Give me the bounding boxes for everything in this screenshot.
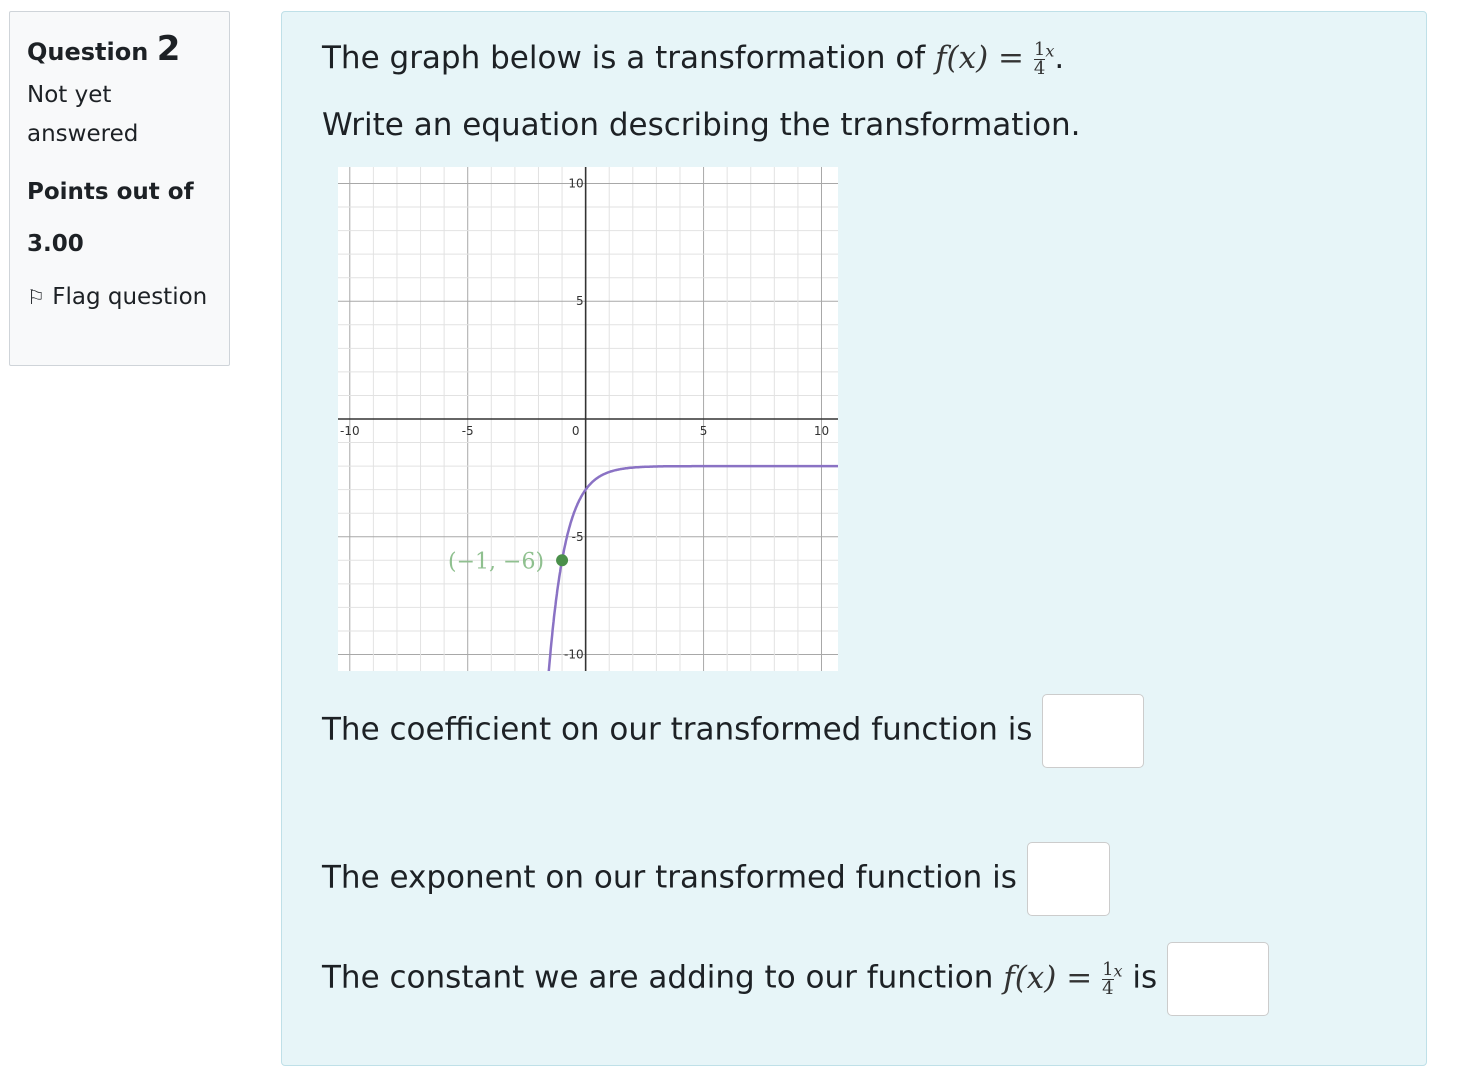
constant-input[interactable] — [1167, 942, 1270, 1016]
coefficient-row: The coefficient on our transformed funct… — [322, 694, 1145, 768]
y-tick-label: -10 — [564, 648, 584, 662]
question-instruction: Write an equation describing the transfo… — [322, 107, 1081, 143]
point-label: (−1, −6) — [448, 549, 544, 574]
flag-question-link[interactable]: ⚐ Flag question — [27, 278, 212, 317]
x-tick-label: -10 — [340, 424, 360, 438]
point-marker — [556, 554, 569, 567]
graph: -10 -5 0 5 10 10 5 -5 -10 (−1, −6) — [338, 167, 838, 671]
x-tick-label: -5 — [462, 424, 474, 438]
y-tick-label: -5 — [572, 530, 584, 544]
y-tick-label: 5 — [576, 294, 584, 308]
x-tick-label: 0 — [572, 424, 580, 438]
coefficient-input[interactable] — [1042, 694, 1145, 768]
x-tick-label: 5 — [700, 424, 708, 438]
x-tick-label: 10 — [814, 424, 829, 438]
y-tick-label: 10 — [568, 176, 583, 190]
question-state: Not yet answered — [27, 82, 139, 147]
question-number: Question 2 — [27, 29, 181, 69]
constant-row: The constant we are adding to our functi… — [322, 942, 1270, 1016]
exponent-row: The exponent on our transformed function… — [322, 842, 1110, 916]
function-formula: f(x) = 14x — [935, 39, 1055, 79]
question-grade: Points out of 3.00 — [27, 179, 194, 257]
question-info: Question 2 Not yet answered Points out o… — [9, 11, 230, 366]
question-intro: The graph below is a transformation of f… — [322, 39, 1065, 79]
flag-outline-icon: ⚐ — [27, 285, 45, 309]
exponent-input[interactable] — [1026, 842, 1110, 916]
